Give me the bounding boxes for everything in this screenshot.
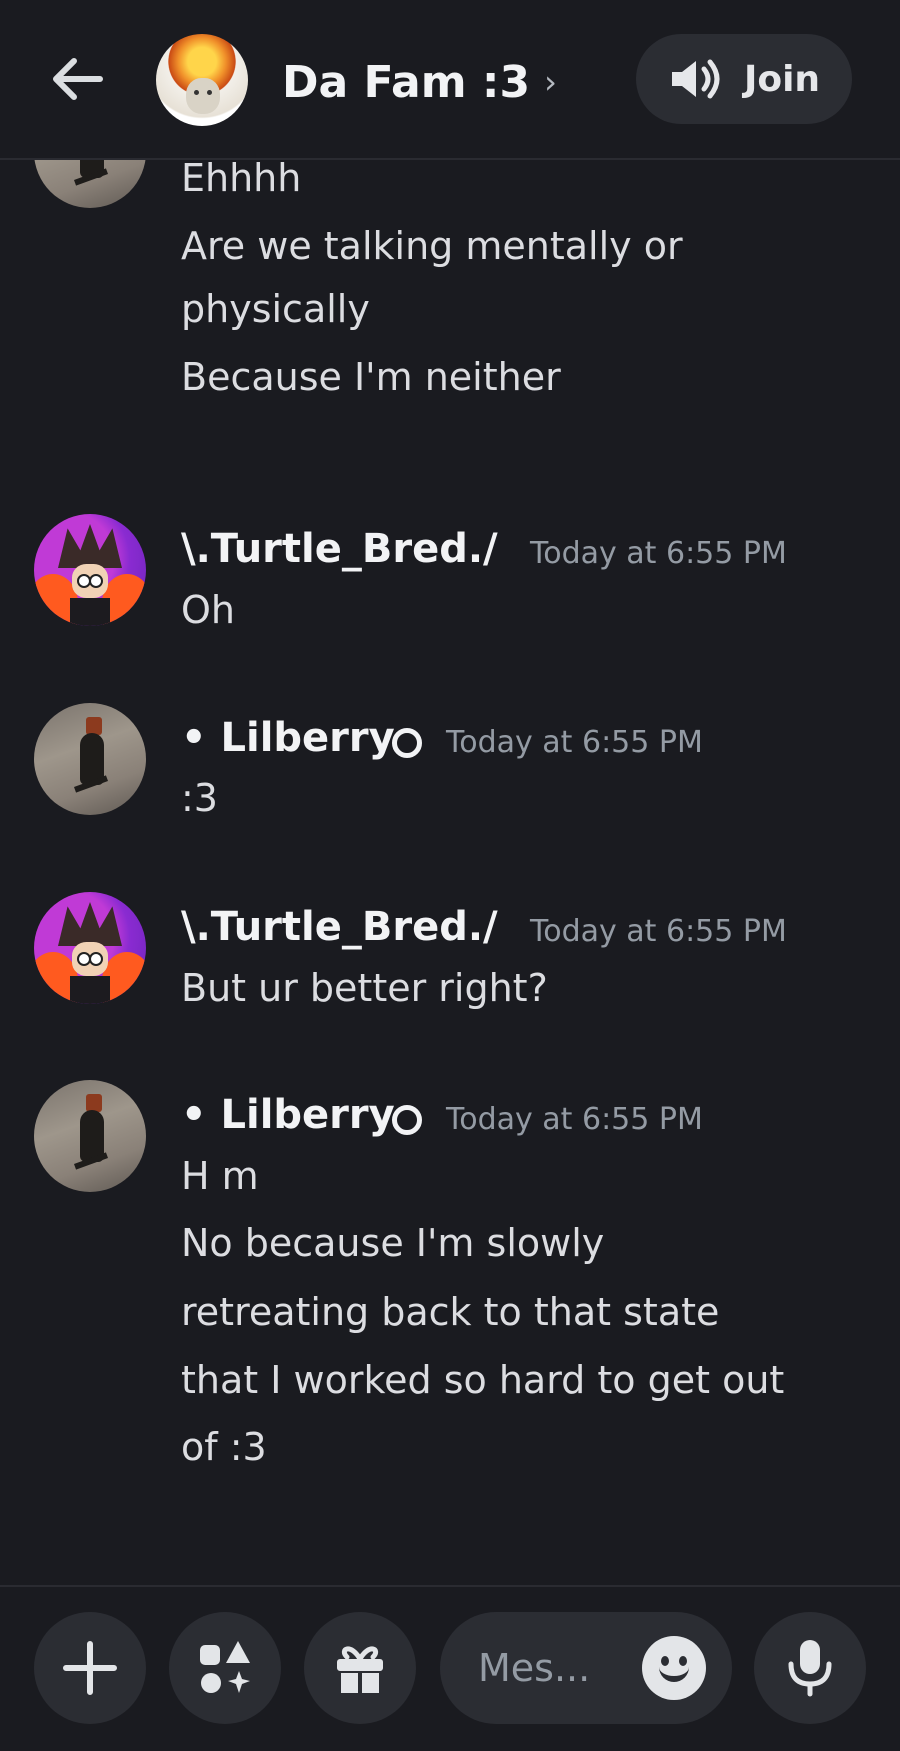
message-text: physically — [181, 287, 370, 331]
avatar[interactable] — [34, 703, 146, 815]
gift-button[interactable] — [304, 1612, 416, 1724]
apps-button[interactable] — [169, 1612, 281, 1724]
back-button[interactable] — [44, 46, 110, 112]
author-name[interactable]: • Lilberry — [181, 715, 395, 761]
message-text: Ehhhh — [181, 160, 302, 200]
avatar[interactable] — [34, 1080, 146, 1192]
message-text: But ur better right? — [181, 966, 548, 1010]
status-ring-icon — [392, 1105, 422, 1135]
channel-title-button[interactable]: Da Fam :3 › — [282, 52, 557, 112]
message-text: No because I'm slowly — [181, 1221, 605, 1265]
timestamp: Today at 6:55 PM — [530, 914, 787, 949]
status-ring-icon — [392, 728, 422, 758]
author-name[interactable]: \.Turtle_Bred./ — [181, 904, 498, 950]
message-text: that I worked so hard to get out — [181, 1358, 785, 1402]
message-text: :3 — [181, 776, 218, 820]
author-name[interactable]: • Lilberry — [181, 1092, 395, 1138]
gift-icon — [337, 1646, 383, 1693]
channel-title: Da Fam :3 — [282, 56, 531, 108]
channel-header: Da Fam :3 › Join — [0, 0, 900, 160]
timestamp: Today at 6:55 PM — [446, 1102, 703, 1137]
timestamp: Today at 6:55 PM — [446, 725, 703, 760]
emoji-icon[interactable] — [642, 1636, 706, 1700]
add-attachment-button[interactable] — [34, 1612, 146, 1724]
message-text: retreating back to that state — [181, 1290, 720, 1334]
arrow-left-icon — [53, 58, 103, 100]
timestamp: Today at 6:55 PM — [530, 536, 787, 571]
message-list[interactable]: Ehhhh Are we talking mentally or physica… — [0, 160, 900, 1585]
apps-icon — [200, 1641, 250, 1693]
message-text: Oh — [181, 588, 235, 632]
voice-message-button[interactable] — [754, 1612, 866, 1724]
join-voice-button[interactable]: Join — [636, 34, 852, 124]
message-text: H m — [181, 1154, 259, 1198]
message-text: of :3 — [181, 1425, 267, 1469]
avatar[interactable] — [34, 514, 146, 626]
join-label: Join — [743, 58, 821, 100]
chevron-right-icon: › — [544, 63, 557, 101]
message-text: Because I'm neither — [181, 355, 561, 399]
message-input[interactable] — [476, 1645, 640, 1691]
speaker-icon — [671, 59, 720, 99]
message-text: Are we talking mentally or — [181, 224, 683, 268]
message-input-container[interactable] — [440, 1612, 732, 1724]
avatar[interactable] — [34, 160, 146, 208]
microphone-icon — [788, 1640, 832, 1697]
author-name[interactable]: \.Turtle_Bred./ — [181, 526, 498, 572]
plus-icon — [63, 1641, 117, 1695]
avatar[interactable] — [34, 892, 146, 1004]
group-avatar[interactable] — [156, 34, 248, 126]
